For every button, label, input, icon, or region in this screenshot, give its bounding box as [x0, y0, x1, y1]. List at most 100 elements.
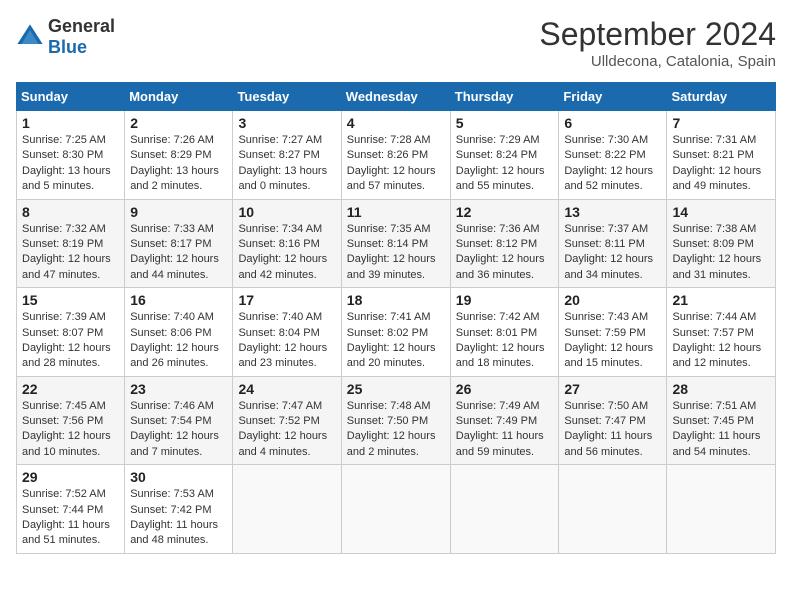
day-number: 20: [564, 292, 661, 308]
day-number: 22: [22, 381, 119, 397]
table-row: [233, 465, 341, 554]
day-info: Sunrise: 7:48 AM Sunset: 7:50 PM Dayligh…: [347, 399, 445, 461]
month-title: September 2024: [539, 16, 776, 53]
table-row: 21 Sunrise: 7:44 AM Sunset: 7:57 PM Dayl…: [667, 288, 776, 377]
table-row: 23 Sunrise: 7:46 AM Sunset: 7:54 PM Dayl…: [125, 376, 233, 465]
table-row: [341, 465, 450, 554]
day-number: 29: [22, 469, 119, 485]
table-row: 7 Sunrise: 7:31 AM Sunset: 8:21 PM Dayli…: [667, 111, 776, 200]
table-row: 30 Sunrise: 7:53 AM Sunset: 7:42 PM Dayl…: [125, 465, 233, 554]
day-info: Sunrise: 7:44 AM Sunset: 7:57 PM Dayligh…: [672, 310, 770, 372]
table-row: 3 Sunrise: 7:27 AM Sunset: 8:27 PM Dayli…: [233, 111, 341, 200]
table-row: 17 Sunrise: 7:40 AM Sunset: 8:04 PM Dayl…: [233, 288, 341, 377]
day-number: 9: [130, 204, 227, 220]
table-row: 28 Sunrise: 7:51 AM Sunset: 7:45 PM Dayl…: [667, 376, 776, 465]
day-number: 14: [672, 204, 770, 220]
table-row: 24 Sunrise: 7:47 AM Sunset: 7:52 PM Dayl…: [233, 376, 341, 465]
day-info: Sunrise: 7:35 AM Sunset: 8:14 PM Dayligh…: [347, 222, 445, 284]
day-info: Sunrise: 7:40 AM Sunset: 8:06 PM Dayligh…: [130, 310, 227, 372]
day-number: 21: [672, 292, 770, 308]
day-info: Sunrise: 7:42 AM Sunset: 8:01 PM Dayligh…: [456, 310, 554, 372]
day-info: Sunrise: 7:38 AM Sunset: 8:09 PM Dayligh…: [672, 222, 770, 284]
day-number: 24: [238, 381, 335, 397]
day-number: 26: [456, 381, 554, 397]
day-number: 17: [238, 292, 335, 308]
table-row: [450, 465, 559, 554]
day-info: Sunrise: 7:45 AM Sunset: 7:56 PM Dayligh…: [22, 399, 119, 461]
day-number: 4: [347, 115, 445, 131]
table-row: 1 Sunrise: 7:25 AM Sunset: 8:30 PM Dayli…: [17, 111, 125, 200]
day-info: Sunrise: 7:27 AM Sunset: 8:27 PM Dayligh…: [238, 133, 335, 195]
logo-icon: [16, 23, 44, 51]
page-header: General Blue September 2024 Ulldecona, C…: [16, 16, 776, 70]
logo: General Blue: [16, 16, 115, 58]
day-number: 15: [22, 292, 119, 308]
header-monday: Monday: [125, 83, 233, 111]
weekday-header-row: Sunday Monday Tuesday Wednesday Thursday…: [17, 83, 776, 111]
day-info: Sunrise: 7:29 AM Sunset: 8:24 PM Dayligh…: [456, 133, 554, 195]
day-info: Sunrise: 7:32 AM Sunset: 8:19 PM Dayligh…: [22, 222, 119, 284]
logo-blue: Blue: [48, 37, 87, 57]
day-info: Sunrise: 7:51 AM Sunset: 7:45 PM Dayligh…: [672, 399, 770, 461]
table-row: 29 Sunrise: 7:52 AM Sunset: 7:44 PM Dayl…: [17, 465, 125, 554]
day-number: 28: [672, 381, 770, 397]
calendar-week-row: 15 Sunrise: 7:39 AM Sunset: 8:07 PM Dayl…: [17, 288, 776, 377]
header-wednesday: Wednesday: [341, 83, 450, 111]
location-title: Ulldecona, Catalonia, Spain: [539, 53, 776, 70]
day-number: 3: [238, 115, 335, 131]
day-number: 7: [672, 115, 770, 131]
day-info: Sunrise: 7:43 AM Sunset: 7:59 PM Dayligh…: [564, 310, 661, 372]
day-number: 19: [456, 292, 554, 308]
day-number: 1: [22, 115, 119, 131]
header-tuesday: Tuesday: [233, 83, 341, 111]
header-sunday: Sunday: [17, 83, 125, 111]
day-info: Sunrise: 7:36 AM Sunset: 8:12 PM Dayligh…: [456, 222, 554, 284]
day-info: Sunrise: 7:30 AM Sunset: 8:22 PM Dayligh…: [564, 133, 661, 195]
day-number: 23: [130, 381, 227, 397]
table-row: 14 Sunrise: 7:38 AM Sunset: 8:09 PM Dayl…: [667, 199, 776, 288]
calendar: Sunday Monday Tuesday Wednesday Thursday…: [16, 82, 776, 554]
day-number: 27: [564, 381, 661, 397]
day-info: Sunrise: 7:40 AM Sunset: 8:04 PM Dayligh…: [238, 310, 335, 372]
table-row: 11 Sunrise: 7:35 AM Sunset: 8:14 PM Dayl…: [341, 199, 450, 288]
day-info: Sunrise: 7:47 AM Sunset: 7:52 PM Dayligh…: [238, 399, 335, 461]
day-info: Sunrise: 7:28 AM Sunset: 8:26 PM Dayligh…: [347, 133, 445, 195]
table-row: 4 Sunrise: 7:28 AM Sunset: 8:26 PM Dayli…: [341, 111, 450, 200]
day-info: Sunrise: 7:37 AM Sunset: 8:11 PM Dayligh…: [564, 222, 661, 284]
day-number: 11: [347, 204, 445, 220]
day-number: 12: [456, 204, 554, 220]
day-info: Sunrise: 7:41 AM Sunset: 8:02 PM Dayligh…: [347, 310, 445, 372]
header-saturday: Saturday: [667, 83, 776, 111]
table-row: 16 Sunrise: 7:40 AM Sunset: 8:06 PM Dayl…: [125, 288, 233, 377]
day-info: Sunrise: 7:39 AM Sunset: 8:07 PM Dayligh…: [22, 310, 119, 372]
table-row: 20 Sunrise: 7:43 AM Sunset: 7:59 PM Dayl…: [559, 288, 667, 377]
day-info: Sunrise: 7:25 AM Sunset: 8:30 PM Dayligh…: [22, 133, 119, 195]
table-row: 8 Sunrise: 7:32 AM Sunset: 8:19 PM Dayli…: [17, 199, 125, 288]
day-number: 2: [130, 115, 227, 131]
calendar-week-row: 22 Sunrise: 7:45 AM Sunset: 7:56 PM Dayl…: [17, 376, 776, 465]
table-row: [667, 465, 776, 554]
day-number: 18: [347, 292, 445, 308]
day-info: Sunrise: 7:33 AM Sunset: 8:17 PM Dayligh…: [130, 222, 227, 284]
day-info: Sunrise: 7:50 AM Sunset: 7:47 PM Dayligh…: [564, 399, 661, 461]
day-number: 13: [564, 204, 661, 220]
day-info: Sunrise: 7:49 AM Sunset: 7:49 PM Dayligh…: [456, 399, 554, 461]
table-row: 9 Sunrise: 7:33 AM Sunset: 8:17 PM Dayli…: [125, 199, 233, 288]
day-info: Sunrise: 7:53 AM Sunset: 7:42 PM Dayligh…: [130, 487, 227, 549]
table-row: 25 Sunrise: 7:48 AM Sunset: 7:50 PM Dayl…: [341, 376, 450, 465]
day-info: Sunrise: 7:26 AM Sunset: 8:29 PM Dayligh…: [130, 133, 227, 195]
day-number: 5: [456, 115, 554, 131]
day-number: 8: [22, 204, 119, 220]
calendar-week-row: 8 Sunrise: 7:32 AM Sunset: 8:19 PM Dayli…: [17, 199, 776, 288]
table-row: 22 Sunrise: 7:45 AM Sunset: 7:56 PM Dayl…: [17, 376, 125, 465]
calendar-week-row: 29 Sunrise: 7:52 AM Sunset: 7:44 PM Dayl…: [17, 465, 776, 554]
day-number: 16: [130, 292, 227, 308]
day-info: Sunrise: 7:46 AM Sunset: 7:54 PM Dayligh…: [130, 399, 227, 461]
table-row: 5 Sunrise: 7:29 AM Sunset: 8:24 PM Dayli…: [450, 111, 559, 200]
table-row: 26 Sunrise: 7:49 AM Sunset: 7:49 PM Dayl…: [450, 376, 559, 465]
logo-general: General: [48, 16, 115, 36]
day-info: Sunrise: 7:31 AM Sunset: 8:21 PM Dayligh…: [672, 133, 770, 195]
header-thursday: Thursday: [450, 83, 559, 111]
table-row: 19 Sunrise: 7:42 AM Sunset: 8:01 PM Dayl…: [450, 288, 559, 377]
day-info: Sunrise: 7:52 AM Sunset: 7:44 PM Dayligh…: [22, 487, 119, 549]
